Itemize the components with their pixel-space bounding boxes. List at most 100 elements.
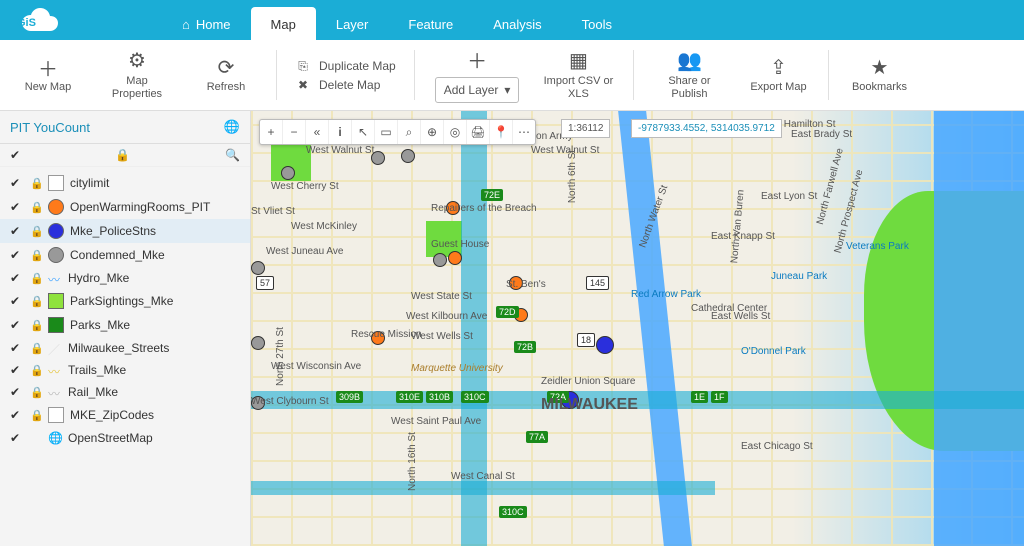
layer-row[interactable]: ✔ 🔒 Condemned_Mke	[0, 243, 250, 267]
layer-row[interactable]: ✔🔒ParkSightings_Mke	[0, 289, 250, 313]
layer-row[interactable]: ✔🔒OpenWarmingRooms_PIT	[0, 195, 250, 219]
zoom-rect-button[interactable]: ⌕	[398, 120, 421, 144]
export-button[interactable]: ⇪Export Map	[740, 51, 816, 98]
top-nav: ⌂Home Map Layer Feature Analysis Tools	[162, 0, 632, 40]
road-shield: 310C	[461, 391, 489, 403]
tab-feature[interactable]: Feature	[388, 7, 473, 40]
tab-tools[interactable]: Tools	[562, 7, 632, 40]
globe-icon[interactable]: 🌐	[224, 119, 240, 135]
map-properties-button[interactable]: ⚙Map Properties	[94, 45, 180, 105]
project-title[interactable]: PIT YouCount 🌐	[0, 111, 250, 144]
lock-icon: 🔒	[30, 409, 42, 422]
import-button[interactable]: ▦Import CSV or XLS	[535, 45, 621, 105]
condemned-marker[interactable]	[401, 149, 415, 163]
police-station-marker[interactable]	[596, 336, 614, 354]
warming-room-marker[interactable]	[448, 251, 462, 265]
scale-display[interactable]: 1:36112	[561, 119, 610, 138]
topbar: GiS ⌂Home Map Layer Feature Analysis Too…	[0, 0, 1024, 40]
more-button[interactable]: ⋯	[513, 120, 535, 144]
condemned-marker[interactable]	[433, 253, 447, 267]
poi-label: Veterans Park	[846, 241, 909, 252]
tab-map[interactable]: Map	[251, 7, 316, 40]
poi-label: St. Ben's	[506, 279, 546, 290]
street-label: North 16th St	[407, 432, 418, 491]
locate-button[interactable]: ◎	[444, 120, 467, 144]
zoom-icon[interactable]: 🔍	[225, 148, 240, 162]
layer-name: Milwaukee_Streets	[68, 341, 240, 355]
condemned-marker[interactable]	[281, 166, 295, 180]
coords-display[interactable]: -9787933.4552, 5314035.9712	[631, 119, 782, 138]
lock-icon: 🔒	[30, 319, 42, 332]
export-icon: ⇪	[770, 55, 787, 79]
poi-label: Guest House	[431, 239, 489, 250]
road-shield: 72B	[514, 341, 536, 353]
tab-home[interactable]: ⌂Home	[162, 7, 251, 40]
road-shield: 72D	[496, 306, 519, 318]
poi-label: Juneau Park	[771, 271, 827, 282]
layer-name: Hydro_Mke	[68, 271, 240, 285]
zoom-extent-button[interactable]: ⊕	[421, 120, 444, 144]
add-layer-button[interactable]: Add Layer▾	[435, 77, 520, 103]
condemned-marker[interactable]	[251, 261, 265, 275]
layer-row[interactable]: ✔🔒citylimit	[0, 171, 250, 195]
zoom-in-button[interactable]: +	[260, 120, 283, 144]
street-label: West Juneau Ave	[266, 246, 343, 257]
grid-icon: ▦	[569, 49, 588, 73]
pin-button[interactable]: 📍	[490, 120, 513, 144]
layer-row[interactable]: ✔🔒〰Trails_Mke	[0, 359, 250, 381]
map-canvas[interactable]: 72E 57 145 72D 72B 18 309B 310E 310B 310…	[251, 111, 1024, 546]
poi-label: Zeidler Union Square	[541, 376, 636, 387]
lock-icon: 🔒	[30, 249, 42, 262]
layer-row[interactable]: ✔🔒／Milwaukee_Streets	[0, 337, 250, 359]
check-icon: ✔	[10, 385, 24, 399]
layer-row[interactable]: ✔🔒Mke_PoliceStns	[0, 219, 250, 243]
duplicate-map-button[interactable]: ⎘Duplicate Map	[295, 59, 396, 74]
tab-analysis[interactable]: Analysis	[473, 7, 561, 40]
new-map-button[interactable]: ＋New Map	[10, 51, 86, 98]
road-shield: 57	[256, 276, 274, 290]
check-icon: ✔	[10, 408, 24, 422]
lock-icon: 🔒	[30, 201, 42, 214]
zoom-out-button[interactable]: −	[283, 120, 306, 144]
layer-row[interactable]: ✔🔒〰Hydro_Mke	[0, 267, 250, 289]
bookmarks-button[interactable]: ★Bookmarks	[841, 51, 917, 98]
check-icon: ✔	[10, 176, 24, 190]
refresh-button[interactable]: ⟳Refresh	[188, 51, 264, 98]
tab-layer[interactable]: Layer	[316, 7, 389, 40]
condemned-marker[interactable]	[251, 336, 265, 350]
plus-icon: ＋	[467, 47, 487, 71]
check-icon: ✔	[10, 248, 24, 262]
lock-icon: 🔒	[115, 148, 130, 162]
lock-icon: 🔒	[30, 272, 42, 285]
layer-name: Condemned_Mke	[70, 248, 240, 262]
street-label: North 6th St	[567, 150, 578, 203]
road-shield: 18	[577, 333, 595, 347]
info-button[interactable]: i	[329, 120, 352, 144]
back-button[interactable]: «	[306, 120, 329, 144]
layer-name: ParkSightings_Mke	[70, 294, 240, 308]
layer-row[interactable]: ✔🌐OpenStreetMap	[0, 427, 250, 449]
road-shield: 77A	[526, 431, 548, 443]
layer-row[interactable]: ✔🔒Parks_Mke	[0, 313, 250, 337]
lock-icon: 🔒	[30, 364, 42, 377]
layer-row[interactable]: ✔🔒〰Rail_Mke	[0, 381, 250, 403]
layers-list: ✔🔒citylimit✔🔒OpenWarmingRooms_PIT ✔ 🔒 Mke_P…	[0, 167, 250, 453]
street-label: West Clybourn St	[251, 396, 329, 407]
caret-down-icon: ▾	[504, 83, 510, 97]
layer-row[interactable]: ✔🔒MKE_ZipCodes	[0, 403, 250, 427]
delete-map-button[interactable]: ✖Delete Map	[295, 78, 396, 92]
select-rect-button[interactable]: ▭	[375, 120, 398, 144]
road-shield: 310E	[396, 391, 423, 403]
lock-icon: 🔒	[30, 225, 42, 238]
street-label: West Walnut St	[531, 145, 599, 156]
check-icon: ✔	[10, 294, 24, 308]
app-logo[interactable]: GiS	[0, 0, 162, 40]
layer-name: Mke_PoliceStns	[70, 224, 240, 238]
street-label: East Chicago St	[741, 441, 813, 452]
layer-name: OpenStreetMap	[68, 431, 240, 445]
select-button[interactable]: ↖	[352, 120, 375, 144]
street-label: West Walnut St	[306, 145, 374, 156]
street-label: West Cherry St	[271, 181, 339, 192]
print-button[interactable]: 🖨	[467, 120, 490, 144]
share-button[interactable]: 👥Share or Publish	[646, 45, 732, 105]
